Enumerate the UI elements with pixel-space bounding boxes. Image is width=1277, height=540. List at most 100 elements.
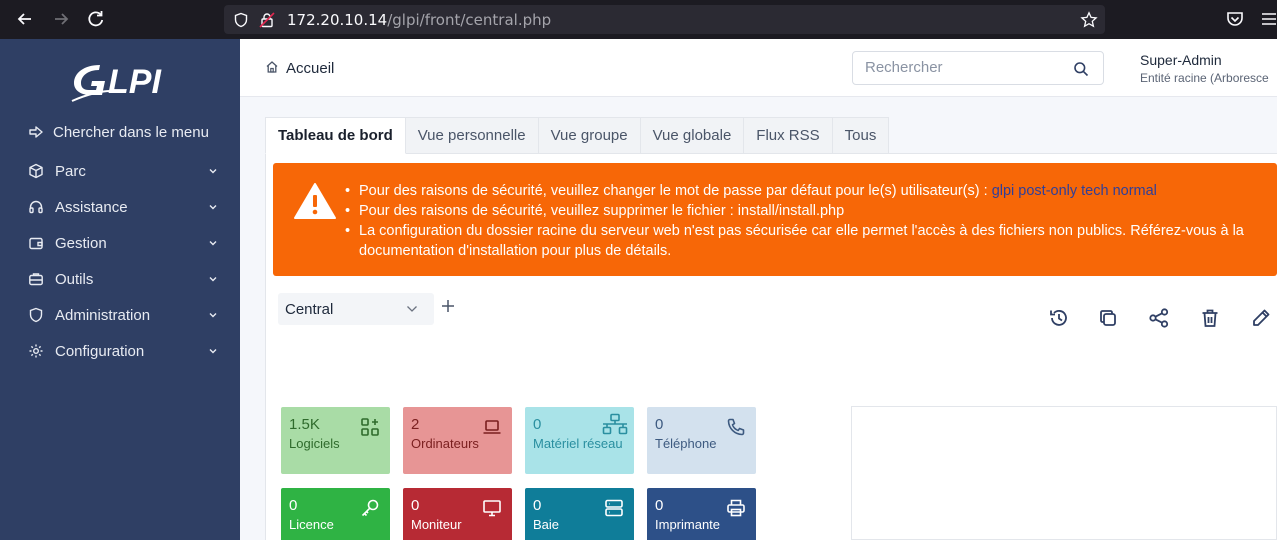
add-dashboard-icon[interactable] <box>440 298 456 314</box>
laptop-icon <box>483 420 501 434</box>
card-logiciels[interactable]: 1.5K Logiciels <box>281 407 390 474</box>
sidebar-item-configuration[interactable]: Configuration <box>0 335 240 367</box>
card-value: 0 <box>533 497 542 514</box>
breadcrumb[interactable]: Accueil <box>286 60 334 77</box>
card-label: Baie <box>533 517 560 532</box>
card-licence[interactable]: 0 Licence <box>281 488 390 540</box>
user-entity[interactable]: Entité racine (Arboresce <box>1140 71 1269 85</box>
history-icon[interactable] <box>1048 307 1070 329</box>
card-label: Ordinateurs <box>411 436 479 451</box>
search-box[interactable] <box>852 51 1104 85</box>
menu-icon[interactable] <box>1259 9 1277 29</box>
chevron-down-icon <box>209 205 217 210</box>
tab-vue-groupe[interactable]: Vue groupe <box>538 117 641 154</box>
reload-icon[interactable] <box>85 8 107 30</box>
sidebar-item-label: Parc <box>55 162 86 180</box>
arrow-right-icon <box>29 126 43 138</box>
card-value: 0 <box>411 497 420 514</box>
security-alert: Pour des raisons de sécurité, veuillez c… <box>273 163 1277 276</box>
sidebar-item-outils[interactable]: Outils <box>0 263 240 295</box>
chevron-down-icon <box>407 306 417 312</box>
dashboard-widget-panel <box>851 406 1277 540</box>
chevron-down-icon <box>209 241 217 246</box>
warning-triangle-icon <box>294 183 336 219</box>
server-icon <box>605 499 623 517</box>
briefcase-icon <box>29 273 43 286</box>
tab-flux-rss[interactable]: Flux RSS <box>744 117 833 154</box>
chevron-down-icon <box>209 349 217 354</box>
card-value: 0 <box>655 497 664 514</box>
sidebar-item-assistance[interactable]: Assistance <box>0 191 240 223</box>
network-icon <box>602 413 628 435</box>
dashboard-select[interactable]: Central <box>278 293 434 325</box>
card-materiel-reseau[interactable]: 0 Matériel réseau <box>525 407 634 474</box>
alert-item-web-root: La configuration du dossier racine du se… <box>343 221 1273 261</box>
card-value: 0 <box>289 497 298 514</box>
chevron-down-icon <box>209 277 217 282</box>
svg-text:LPI: LPI <box>108 63 162 101</box>
share-icon[interactable] <box>1148 307 1170 329</box>
card-label: Logiciels <box>289 436 340 451</box>
sidebar-item-label: Chercher dans le menu <box>53 123 209 141</box>
sidebar-item-label: Configuration <box>55 342 145 360</box>
tab-bar: Tableau de bord Vue personnelle Vue grou… <box>265 117 890 154</box>
card-telephone[interactable]: 0 Téléphone <box>647 407 756 474</box>
alert-item-install-file: Pour des raisons de sécurité, veuillez s… <box>343 201 1273 221</box>
gear-icon <box>29 344 43 358</box>
dashboard-select-value: Central <box>285 301 334 318</box>
card-ordinateurs[interactable]: 2 Ordinateurs <box>403 407 512 474</box>
alert-list: Pour des raisons de sécurité, veuillez c… <box>343 181 1273 261</box>
shield-icon[interactable] <box>233 12 249 28</box>
tab-tous[interactable]: Tous <box>832 117 890 154</box>
phone-icon <box>727 418 745 436</box>
top-header: Accueil Super-Admin Entité racine (Arbor… <box>240 39 1277 97</box>
user-name[interactable]: Super-Admin <box>1140 52 1222 68</box>
home-icon[interactable] <box>265 60 279 74</box>
sidebar-item-label: Assistance <box>55 198 128 216</box>
search-input[interactable] <box>865 59 1065 76</box>
alert-item-text: Pour des raisons de sécurité, veuillez c… <box>359 183 992 199</box>
wallet-icon <box>29 237 43 250</box>
sidebar-item-search-menu[interactable]: Chercher dans le menu <box>0 116 240 148</box>
apps-icon <box>361 418 379 436</box>
card-label: Licence <box>289 517 334 532</box>
monitor-icon <box>483 500 501 517</box>
edit-icon[interactable] <box>1250 307 1272 329</box>
card-value: 1.5K <box>289 416 320 433</box>
address-bar[interactable]: 172.20.10.14/glpi/front/central.php <box>224 5 1105 34</box>
sidebar-item-parc[interactable]: Parc <box>0 155 240 187</box>
tab-vue-personnelle[interactable]: Vue personnelle <box>405 117 539 154</box>
tab-vue-globale[interactable]: Vue globale <box>640 117 745 154</box>
card-value: 0 <box>655 416 664 433</box>
insecure-lock-icon[interactable] <box>259 12 275 28</box>
card-value: 0 <box>533 416 542 433</box>
search-icon[interactable] <box>1073 61 1089 77</box>
cube-icon <box>29 163 43 179</box>
chevron-down-icon <box>209 313 217 318</box>
sidebar-item-label: Gestion <box>55 234 107 252</box>
sidebar-item-label: Administration <box>55 306 151 324</box>
card-label: Moniteur <box>411 517 462 532</box>
sidebar-item-administration[interactable]: Administration <box>0 299 240 331</box>
card-baie[interactable]: 0 Baie <box>525 488 634 540</box>
card-label: Imprimante <box>655 517 721 532</box>
sidebar-item-label: Outils <box>55 270 94 288</box>
browser-toolbar: 172.20.10.14/glpi/front/central.php <box>0 0 1277 39</box>
forward-arrow-icon[interactable] <box>50 8 72 30</box>
glpi-logo[interactable]: LPI <box>70 57 180 103</box>
trash-icon[interactable] <box>1199 307 1221 329</box>
back-arrow-icon[interactable] <box>14 8 36 30</box>
card-imprimante[interactable]: 0 Imprimante <box>647 488 756 540</box>
tab-tableau-de-bord[interactable]: Tableau de bord <box>265 117 406 154</box>
alert-item-password: Pour des raisons de sécurité, veuillez c… <box>343 181 1273 201</box>
card-moniteur[interactable]: 0 Moniteur <box>403 488 512 540</box>
pocket-icon[interactable] <box>1225 9 1245 29</box>
clone-icon[interactable] <box>1097 307 1119 329</box>
printer-icon <box>727 499 745 517</box>
default-users-link[interactable]: glpi post-only tech normal <box>992 183 1157 199</box>
chevron-down-icon <box>209 169 217 174</box>
card-label: Téléphone <box>655 436 717 451</box>
card-label: Matériel réseau <box>533 436 623 451</box>
bookmark-star-icon[interactable] <box>1080 11 1098 29</box>
sidebar-item-gestion[interactable]: Gestion <box>0 227 240 259</box>
